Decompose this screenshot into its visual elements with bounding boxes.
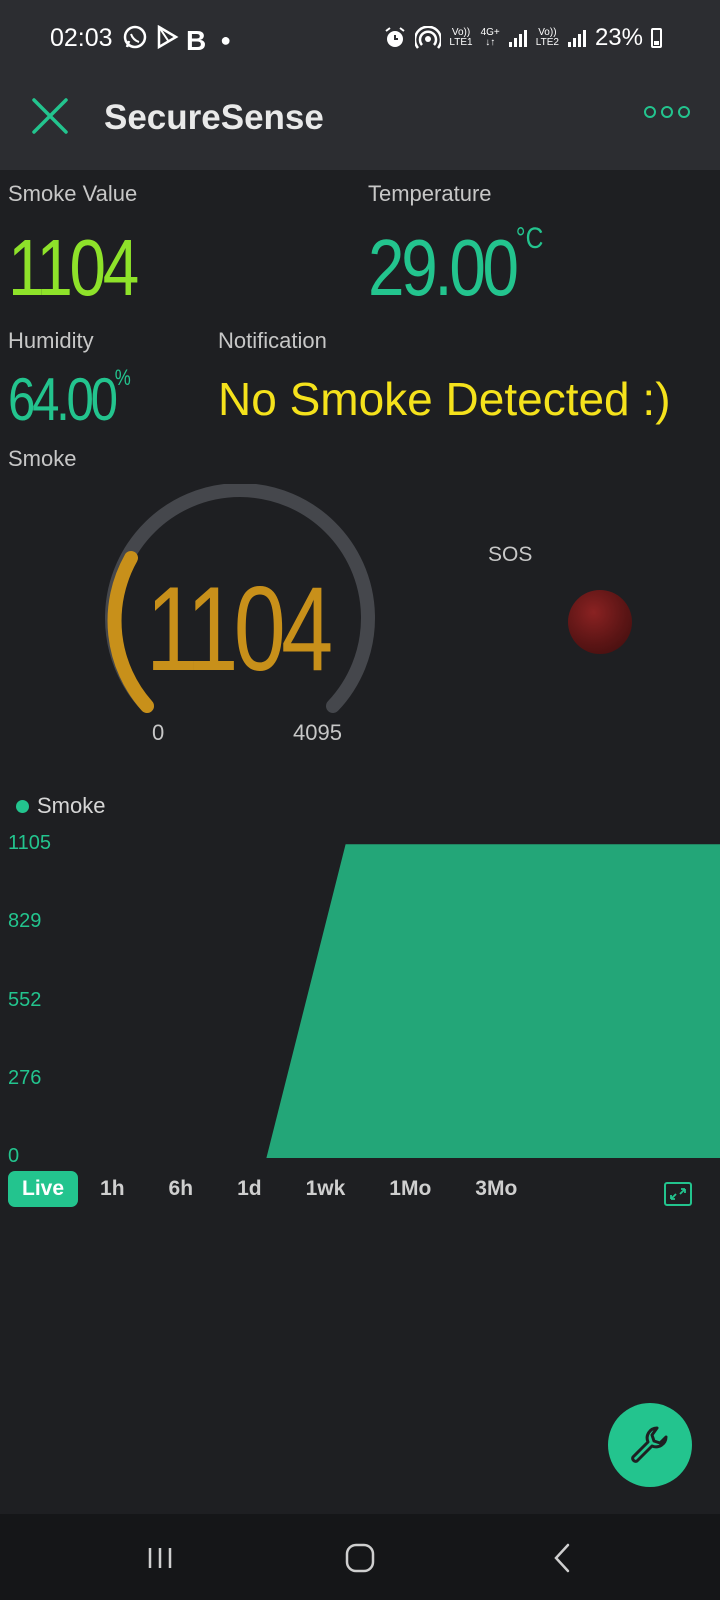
system-nav-bar [0, 1514, 720, 1600]
play-icon [154, 24, 180, 57]
tab-1h[interactable]: 1h [88, 1171, 137, 1207]
more-options-button[interactable] [644, 106, 690, 118]
b-icon: B [186, 24, 207, 56]
expand-icon[interactable] [664, 1182, 692, 1206]
status-right-icons: Vo)) LTE1 4G+ ↓↑ Vo)) LTE2 23% [383, 24, 662, 52]
sos-label: SOS [488, 543, 533, 566]
sos-led[interactable] [568, 590, 632, 654]
battery-icon [651, 28, 662, 48]
tab-live[interactable]: Live [8, 1171, 79, 1207]
smoke-value: 1104 [8, 223, 139, 312]
tab-6h[interactable]: 6h [157, 1171, 206, 1207]
temperature-label: Temperature [368, 181, 492, 206]
signal-icon [567, 30, 586, 47]
gauge-min: 0 [152, 720, 165, 745]
whatsapp-icon [122, 24, 148, 57]
humidity-unit: % [114, 365, 131, 390]
signal-icon [508, 30, 527, 47]
settings-fab[interactable] [608, 1403, 692, 1487]
dot-icon [644, 106, 656, 118]
home-icon[interactable] [340, 1540, 380, 1576]
lte1-indicator: Vo)) LTE1 [449, 27, 473, 48]
close-icon[interactable] [30, 96, 70, 136]
notification-dot-icon: ● [220, 30, 232, 50]
humidity-display: 64.00% [8, 365, 131, 434]
tab-3mo[interactable]: 3Mo [463, 1171, 529, 1207]
humidity-value: 64.00 [8, 366, 118, 433]
smoke-value-label: Smoke Value [8, 181, 138, 206]
smoke-chart[interactable] [0, 830, 720, 1160]
app-bar: SecureSense [0, 80, 720, 170]
network-type-indicator: 4G+ ↓↑ [480, 27, 500, 48]
gauge-fill [107, 551, 154, 713]
alarm-icon [385, 27, 406, 47]
status-time: 02:03 [50, 24, 113, 52]
app-title: SecureSense [104, 98, 324, 137]
humidity-label: Humidity [8, 328, 94, 353]
time-range-tabs: Live 1h 6h 1d 1wk 1Mo 3Mo [8, 1171, 549, 1207]
status-bar: 02:03 B ● Vo)) LTE1 4G+ ↓↑ Vo)) LTE2 23% [0, 0, 720, 80]
legend-dot [16, 799, 29, 813]
recent-apps-icon[interactable] [140, 1540, 180, 1576]
temperature-value: 29.00 [368, 223, 519, 312]
back-icon[interactable] [544, 1540, 584, 1576]
lte2-indicator: Vo)) LTE2 [535, 27, 559, 48]
tab-1mo[interactable]: 1Mo [377, 1171, 443, 1207]
tab-1wk[interactable]: 1wk [294, 1171, 358, 1207]
notification-label: Notification [218, 328, 327, 353]
dot-icon [661, 106, 673, 118]
legend-label: Smoke [37, 793, 106, 818]
notification-text: No Smoke Detected :) [218, 373, 671, 425]
gauge-max: 4095 [293, 720, 342, 745]
temperature-display: 29.00°C [368, 222, 543, 314]
gauge-value: 1104 [146, 562, 333, 696]
temperature-unit: °C [515, 222, 544, 255]
chart-area-series [0, 844, 720, 1158]
status-left-icons: B ● [122, 24, 231, 57]
dot-icon [678, 106, 690, 118]
wrench-icon [631, 1426, 668, 1463]
tab-1d[interactable]: 1d [225, 1171, 274, 1207]
gauge-label: Smoke [8, 446, 77, 471]
battery-percent: 23% [594, 24, 643, 51]
chart-legend: Smoke [16, 793, 105, 819]
hotspot-icon [415, 26, 442, 49]
